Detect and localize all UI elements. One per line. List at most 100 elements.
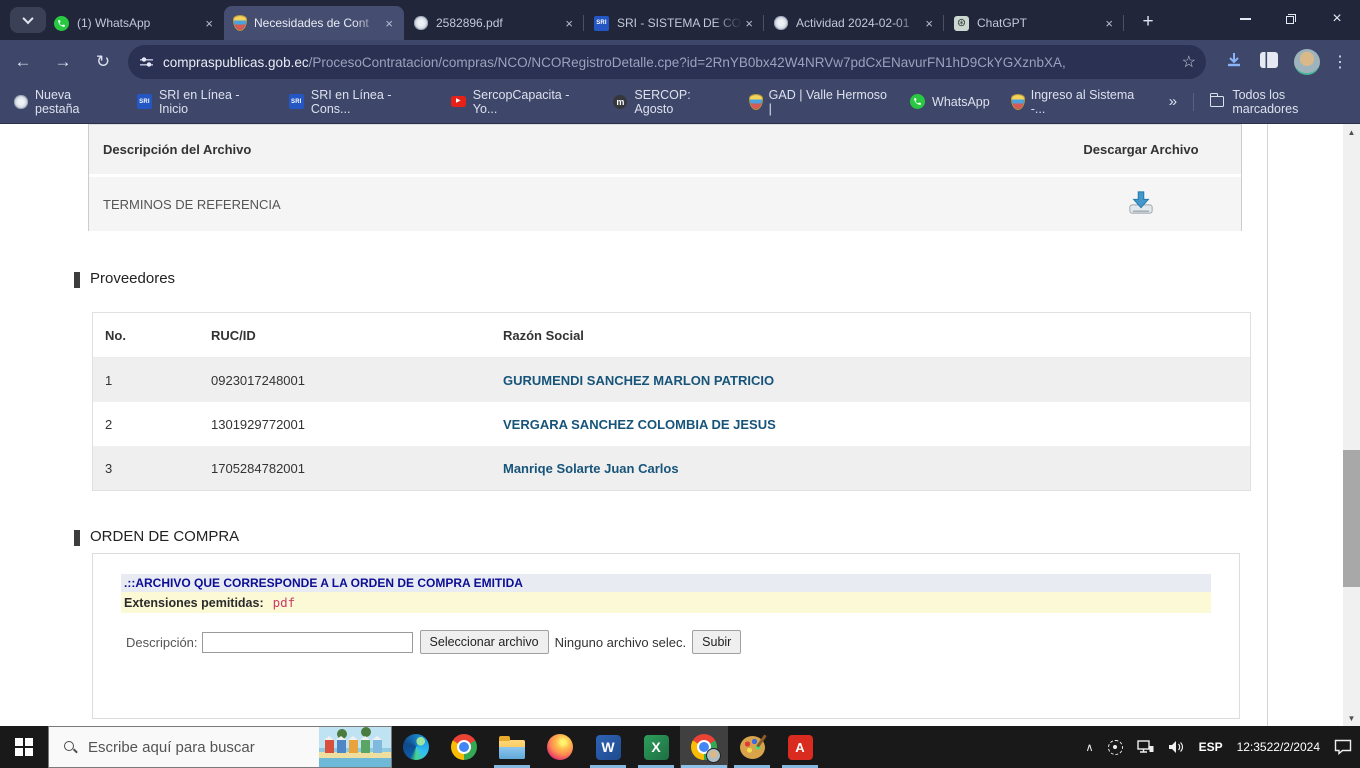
scrollbar-thumb[interactable]	[1343, 450, 1360, 587]
taskbar-edge[interactable]	[392, 726, 440, 768]
tab-title: (1) WhatsApp	[77, 16, 202, 30]
section-marker	[74, 530, 80, 546]
files-table-header: Descripción del Archivo Descargar Archiv…	[89, 125, 1241, 177]
bookmark-label: SRI en Línea - Inicio	[159, 88, 267, 116]
tab-close-icon[interactable]: ×	[382, 16, 396, 31]
tab-close-icon[interactable]: ×	[562, 16, 576, 31]
taskbar-firefox[interactable]	[536, 726, 584, 768]
window-close-button[interactable]: ×	[1314, 0, 1360, 38]
tab-close-icon[interactable]: ×	[1102, 16, 1116, 31]
address-bar[interactable]: compraspublicas.gob.ec/ProcesoContrataci…	[128, 45, 1206, 79]
download-file-icon[interactable]	[1127, 190, 1155, 219]
tab-close-icon[interactable]: ×	[922, 16, 936, 31]
orden-banner: .::ARCHIVO QUE CORRESPONDE A LA ORDEN DE…	[121, 574, 1211, 592]
proveedor-link[interactable]: Manriqe Solarte Juan Carlos	[503, 461, 679, 476]
volume-icon[interactable]	[1168, 740, 1185, 754]
scroll-down-icon[interactable]: ▼	[1343, 710, 1360, 726]
scroll-up-icon[interactable]: ▲	[1343, 124, 1360, 140]
sri-icon: SRI	[137, 94, 152, 109]
screen-capture-icon[interactable]	[1108, 740, 1123, 755]
files-table: Descripción del Archivo Descargar Archiv…	[88, 124, 1242, 231]
profile-avatar[interactable]	[1294, 49, 1320, 75]
side-panel-icon[interactable]	[1260, 52, 1278, 73]
taskbar-search[interactable]	[48, 726, 392, 768]
tab-sri[interactable]: SRI SRI - SISTEMA DE CO ×	[584, 6, 764, 40]
all-bookmarks-label[interactable]: Todos los marcadores	[1232, 88, 1348, 116]
col-no: No.	[93, 328, 211, 343]
tray-chevron-up-icon[interactable]: ∧	[1086, 741, 1094, 754]
globe-icon	[774, 16, 788, 30]
clock-time: 12:35	[1237, 740, 1267, 755]
description-input[interactable]	[202, 632, 413, 653]
tab-whatsapp[interactable]: (1) WhatsApp ×	[44, 6, 224, 40]
select-file-button[interactable]: Seleccionar archivo	[420, 630, 549, 654]
tab-close-icon[interactable]: ×	[202, 16, 216, 31]
bookmark-label: WhatsApp	[932, 95, 990, 109]
tab-actividad[interactable]: Actividad 2024-02-01 ×	[764, 6, 944, 40]
orden-upload-form: Descripción: Seleccionar archivo Ninguno…	[126, 630, 1239, 654]
edge-icon	[403, 734, 429, 760]
start-button[interactable]	[0, 726, 48, 768]
taskbar-clock[interactable]: 12:35 22/2/2024	[1237, 740, 1320, 755]
bookmark-sri-consultas[interactable]: SRI SRI en Línea - Cons...	[289, 88, 429, 116]
new-tab-button[interactable]: +	[1134, 8, 1162, 36]
cell-no: 3	[93, 461, 211, 476]
taskbar-acrobat[interactable]: A	[776, 726, 824, 768]
browser-menu-icon[interactable]: ⋮	[1332, 52, 1348, 72]
tab-chatgpt[interactable]: ⊛ ChatGPT ×	[944, 6, 1124, 40]
window-restore-button[interactable]	[1268, 0, 1314, 38]
language-indicator[interactable]: ESP	[1199, 740, 1223, 754]
system-tray: ∧ ESP 12:35 22/2/2024	[1072, 726, 1360, 768]
chrome-icon	[691, 734, 717, 760]
forward-button[interactable]: →	[46, 45, 80, 79]
upload-button[interactable]: Subir	[692, 630, 741, 654]
taskbar-chrome-active[interactable]	[680, 726, 728, 768]
taskbar-word[interactable]: W	[584, 726, 632, 768]
window-minimize-button[interactable]	[1222, 0, 1268, 38]
m-badge-icon: m	[613, 95, 627, 109]
table-row: 2 1301929772001 VERGARA SANCHEZ COLOMBIA…	[93, 402, 1250, 446]
bookmark-label: Nueva pestaña	[35, 88, 115, 116]
url-path: /ProcesoContratacion/compras/NCO/NCORegi…	[309, 55, 1066, 70]
page-content: Descripción del Archivo Descargar Archiv…	[0, 124, 1360, 726]
bookmark-sercop-agosto[interactable]: m SERCOP: Agosto	[613, 88, 727, 116]
bookmark-nueva-pestana[interactable]: Nueva pestaña	[14, 88, 115, 116]
taskbar-chrome[interactable]	[440, 726, 488, 768]
back-button[interactable]: ←	[6, 45, 40, 79]
taskbar-excel[interactable]: X	[632, 726, 680, 768]
bookmark-sri-inicio[interactable]: SRI SRI en Línea - Inicio	[137, 88, 267, 116]
action-center-icon[interactable]	[1334, 739, 1352, 755]
chevron-down-icon	[22, 13, 33, 24]
sri-icon: SRI	[289, 94, 304, 109]
whatsapp-icon	[910, 94, 925, 109]
tab-pdf[interactable]: 2582896.pdf ×	[404, 6, 584, 40]
page-scrollbar[interactable]: ▲ ▼	[1343, 124, 1360, 726]
downloads-icon[interactable]	[1224, 50, 1244, 75]
tab-search-button[interactable]	[10, 7, 46, 33]
tab-close-icon[interactable]: ×	[742, 16, 756, 31]
bookmark-gad-valle-hermoso[interactable]: GAD | Valle Hermoso |	[750, 88, 888, 116]
chrome-icon	[451, 734, 477, 760]
bookmark-label: SRI en Línea - Cons...	[311, 88, 429, 116]
reload-button[interactable]: ↻	[86, 45, 120, 79]
bookmark-whatsapp[interactable]: WhatsApp	[910, 94, 990, 109]
network-icon[interactable]	[1137, 740, 1154, 754]
bookmarks-right-area: » Todos los marcadores	[1169, 88, 1348, 116]
whatsapp-icon	[54, 16, 69, 31]
bookmarks-overflow-icon[interactable]: »	[1169, 93, 1177, 110]
taskbar-paint[interactable]	[728, 726, 776, 768]
screen: (1) WhatsApp × Necesidades de Cont × 258…	[0, 0, 1360, 768]
proveedores-title: Proveedores	[90, 270, 175, 287]
taskbar-file-explorer[interactable]	[488, 726, 536, 768]
bookmark-star-icon[interactable]: ☆	[1182, 52, 1196, 72]
site-settings-icon[interactable]	[140, 56, 153, 68]
proveedores-header-row: No. RUC/ID Razón Social	[93, 313, 1250, 358]
windows-logo-icon	[15, 738, 33, 756]
proveedor-link[interactable]: GURUMENDI SANCHEZ MARLON PATRICIO	[503, 373, 774, 388]
proveedor-link[interactable]: VERGARA SANCHEZ COLOMBIA DE JESUS	[503, 417, 776, 432]
bookmark-ingreso-sistema[interactable]: Ingreso al Sistema -...	[1012, 88, 1147, 116]
bookmark-sercopcapacita[interactable]: ▶ SercopCapacita - Yo...	[451, 88, 592, 116]
firefox-icon	[547, 734, 573, 760]
tabs-container: (1) WhatsApp × Necesidades de Cont × 258…	[44, 6, 1124, 40]
tab-necesidades-active[interactable]: Necesidades de Cont ×	[224, 6, 404, 40]
